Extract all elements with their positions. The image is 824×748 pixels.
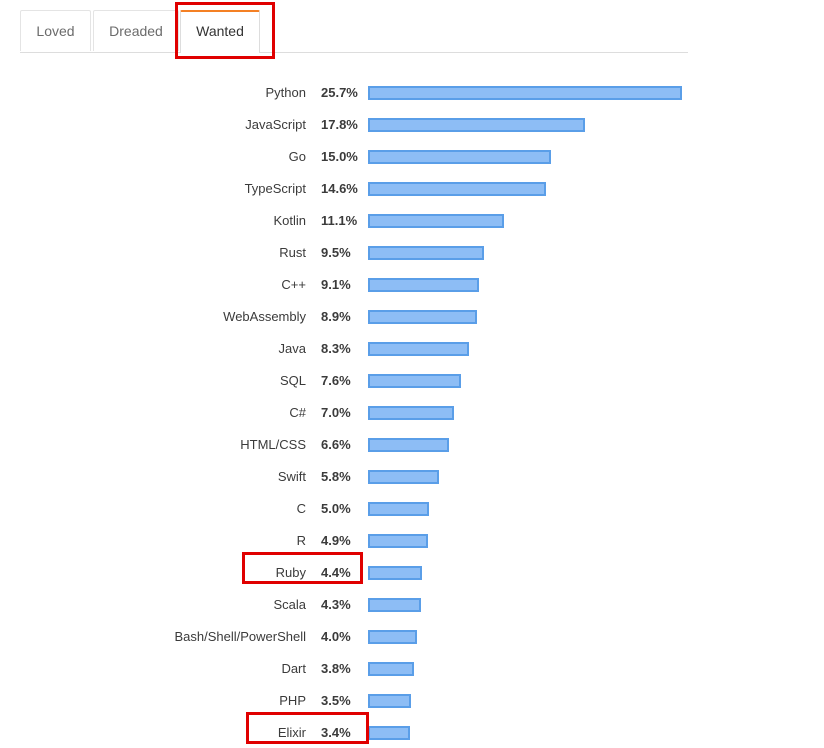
category-label: Dart (281, 661, 306, 676)
chart-row: Python 25.7% (0, 83, 824, 103)
chart-row: HTML/CSS 6.6% (0, 435, 824, 455)
chart-row: Swift 5.8% (0, 467, 824, 487)
category-label: TypeScript (244, 181, 306, 196)
category-label: Kotlin (273, 213, 306, 228)
bar (368, 86, 682, 100)
survey-results-panel: Loved Dreaded Wanted Python 25.7% JavaScri… (0, 0, 824, 748)
category-label: Rust (279, 245, 306, 260)
category-label: Bash/Shell/PowerShell (174, 629, 306, 644)
category-label: Java (278, 341, 306, 356)
category-label: Ruby (275, 565, 306, 580)
bar (368, 438, 449, 452)
value-label: 7.0% (321, 405, 351, 420)
chart-row: Java 8.3% (0, 339, 824, 359)
tab-dreaded[interactable]: Dreaded (93, 10, 179, 51)
category-label: HTML/CSS (240, 437, 306, 452)
chart-row: PHP 3.5% (0, 691, 824, 711)
bar (368, 630, 417, 644)
bar (368, 406, 454, 420)
bar (368, 726, 410, 740)
category-label: JavaScript (245, 117, 306, 132)
bar (368, 566, 422, 580)
bar (368, 662, 414, 676)
value-label: 3.5% (321, 693, 351, 708)
value-label: 4.9% (321, 533, 351, 548)
chart-row: Rust 9.5% (0, 243, 824, 263)
chart-row: SQL 7.6% (0, 371, 824, 391)
value-label: 8.9% (321, 309, 351, 324)
bar (368, 502, 429, 516)
bar (368, 694, 411, 708)
chart-row: C++ 9.1% (0, 275, 824, 295)
chart-row: JavaScript 17.8% (0, 115, 824, 135)
category-label: C# (289, 405, 306, 420)
category-label: R (296, 533, 306, 548)
bar (368, 310, 477, 324)
value-label: 25.7% (321, 85, 358, 100)
category-label: Elixir (277, 725, 306, 740)
value-label: 5.0% (321, 501, 351, 516)
bar (368, 342, 469, 356)
value-label: 5.8% (321, 469, 351, 484)
bar (368, 118, 585, 132)
value-label: 6.6% (321, 437, 351, 452)
bar (368, 150, 551, 164)
bar (368, 470, 439, 484)
bar (368, 534, 428, 548)
value-label: 9.1% (321, 277, 351, 292)
value-label: 4.4% (321, 565, 351, 580)
bar (368, 598, 421, 612)
bar (368, 278, 479, 292)
chart-row: R 4.9% (0, 531, 824, 551)
value-label: 4.3% (321, 597, 351, 612)
value-label: 17.8% (321, 117, 358, 132)
chart-row: Dart 3.8% (0, 659, 824, 679)
category-label: Scala (273, 597, 306, 612)
chart-row: C 5.0% (0, 499, 824, 519)
bar (368, 182, 546, 196)
category-label: SQL (279, 373, 306, 388)
chart-row: Kotlin 11.1% (0, 211, 824, 231)
value-label: 3.8% (321, 661, 351, 676)
category-label: Swift (277, 469, 306, 484)
category-label: Python (265, 85, 306, 100)
tab-bar: Loved Dreaded Wanted (20, 10, 688, 53)
tab-wanted[interactable]: Wanted (180, 10, 260, 53)
chart-row: C# 7.0% (0, 403, 824, 423)
category-label: PHP (279, 693, 306, 708)
chart-row: Go 15.0% (0, 147, 824, 167)
chart-row: Bash/Shell/PowerShell 4.0% (0, 627, 824, 647)
value-label: 15.0% (321, 149, 358, 164)
value-label: 14.6% (321, 181, 358, 196)
tab-loved[interactable]: Loved (20, 10, 91, 51)
bar (368, 246, 484, 260)
value-label: 3.4% (321, 725, 351, 740)
chart-row: Scala 4.3% (0, 595, 824, 615)
chart-row: WebAssembly 8.9% (0, 307, 824, 327)
category-label: Go (288, 149, 306, 164)
value-label: 8.3% (321, 341, 351, 356)
bar (368, 374, 461, 388)
category-label: C (296, 501, 306, 516)
value-label: 4.0% (321, 629, 351, 644)
chart-row: TypeScript 14.6% (0, 179, 824, 199)
category-label: C++ (281, 277, 306, 292)
value-label: 9.5% (321, 245, 351, 260)
value-label: 11.1% (321, 213, 358, 228)
category-label: WebAssembly (223, 309, 306, 324)
chart-row: Ruby 4.4% (0, 563, 824, 583)
bar (368, 214, 504, 228)
chart-row: Elixir 3.4% (0, 723, 824, 743)
value-label: 7.6% (321, 373, 351, 388)
